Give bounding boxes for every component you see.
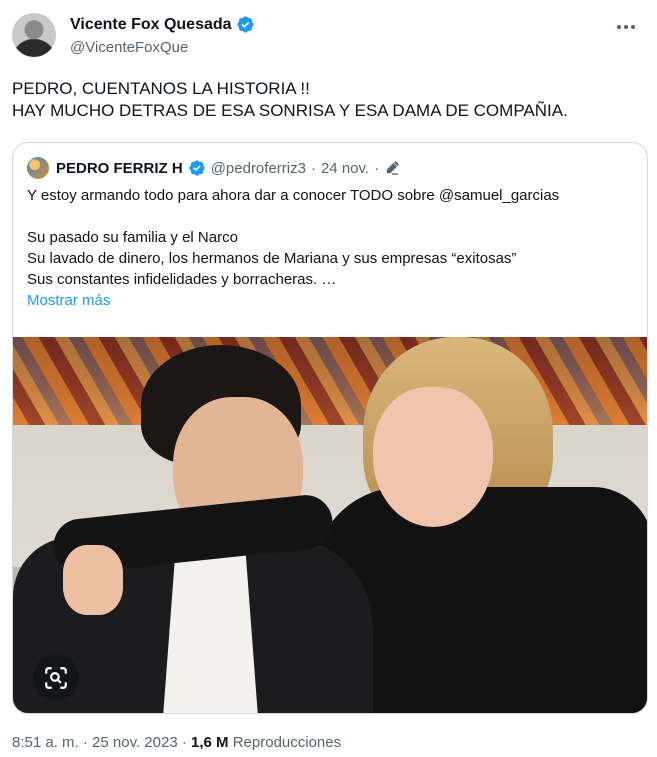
quoted-line: Su lavado de dinero, los hermanos de Mar… xyxy=(27,250,517,267)
tweet-date[interactable]: 25 nov. 2023 xyxy=(92,734,178,751)
quoted-date: 24 nov. xyxy=(320,159,370,177)
verified-badge-icon xyxy=(189,160,205,176)
more-options-button[interactable] xyxy=(615,20,637,34)
visual-search-button[interactable] xyxy=(33,655,79,701)
lens-icon xyxy=(45,667,67,689)
author-handle[interactable]: @VicenteFoxQue xyxy=(70,39,255,56)
quoted-author-display-name: PEDRO FERRIZ H xyxy=(56,159,183,177)
photo-mural-background xyxy=(13,337,647,425)
pencil-icon xyxy=(386,161,399,175)
tweet-footer: 8:51 a. m. · 25 nov. 2023 · 1,6 M Reprod… xyxy=(12,734,341,751)
quoted-author-handle: @pedroferriz3 xyxy=(210,159,306,177)
quoted-line: Su pasado su familia y el Narco xyxy=(27,229,238,246)
quoted-tweet-text: Y estoy armando todo para ahora dar a co… xyxy=(27,185,633,311)
views-count: 1,6 M xyxy=(191,734,229,751)
tweet-line: HAY MUCHO DETRAS DE ESA SONRISA Y ESA DA… xyxy=(12,101,568,120)
photo-hand xyxy=(63,545,123,615)
author-display-name[interactable]: Vicente Fox Quesada xyxy=(70,16,232,34)
author-avatar[interactable] xyxy=(12,13,56,57)
more-dot-icon xyxy=(631,25,635,29)
author-name-row: Vicente Fox Quesada xyxy=(70,15,255,34)
verified-badge-icon[interactable] xyxy=(236,15,255,34)
tweet-line: PEDRO, CUENTANOS LA HISTORIA !! xyxy=(12,79,310,98)
tweet-header: Vicente Fox Quesada @VicenteFoxQue xyxy=(12,12,645,62)
quoted-author-avatar xyxy=(27,157,49,179)
meta-separator: · xyxy=(181,734,187,751)
quoted-tweet-card[interactable]: PEDRO FERRIZ H @pedroferriz3 · 24 nov. ·… xyxy=(12,142,648,714)
meta-separator: · xyxy=(82,734,88,751)
more-dot-icon xyxy=(624,25,628,29)
show-more-link[interactable]: Mostrar más xyxy=(27,290,633,311)
quoted-line: Y estoy armando todo para ahora dar a co… xyxy=(27,187,560,204)
more-dot-icon xyxy=(617,25,621,29)
quoted-tweet-photo[interactable] xyxy=(13,337,647,713)
meta-separator: · xyxy=(374,159,380,177)
meta-separator: · xyxy=(310,159,316,177)
views-label: Reproducciones xyxy=(232,734,342,751)
tweet-time[interactable]: 8:51 a. m. xyxy=(12,734,79,751)
photo-woman-face xyxy=(373,387,493,527)
author-info: Vicente Fox Quesada @VicenteFoxQue xyxy=(70,15,255,56)
quoted-line: Sus constantes infidelidades y borracher… xyxy=(27,271,337,288)
tweet-text: PEDRO, CUENTANOS LA HISTORIA !! HAY MUCH… xyxy=(12,78,645,122)
quoted-tweet-header: PEDRO FERRIZ H @pedroferriz3 · 24 nov. · xyxy=(27,157,400,179)
